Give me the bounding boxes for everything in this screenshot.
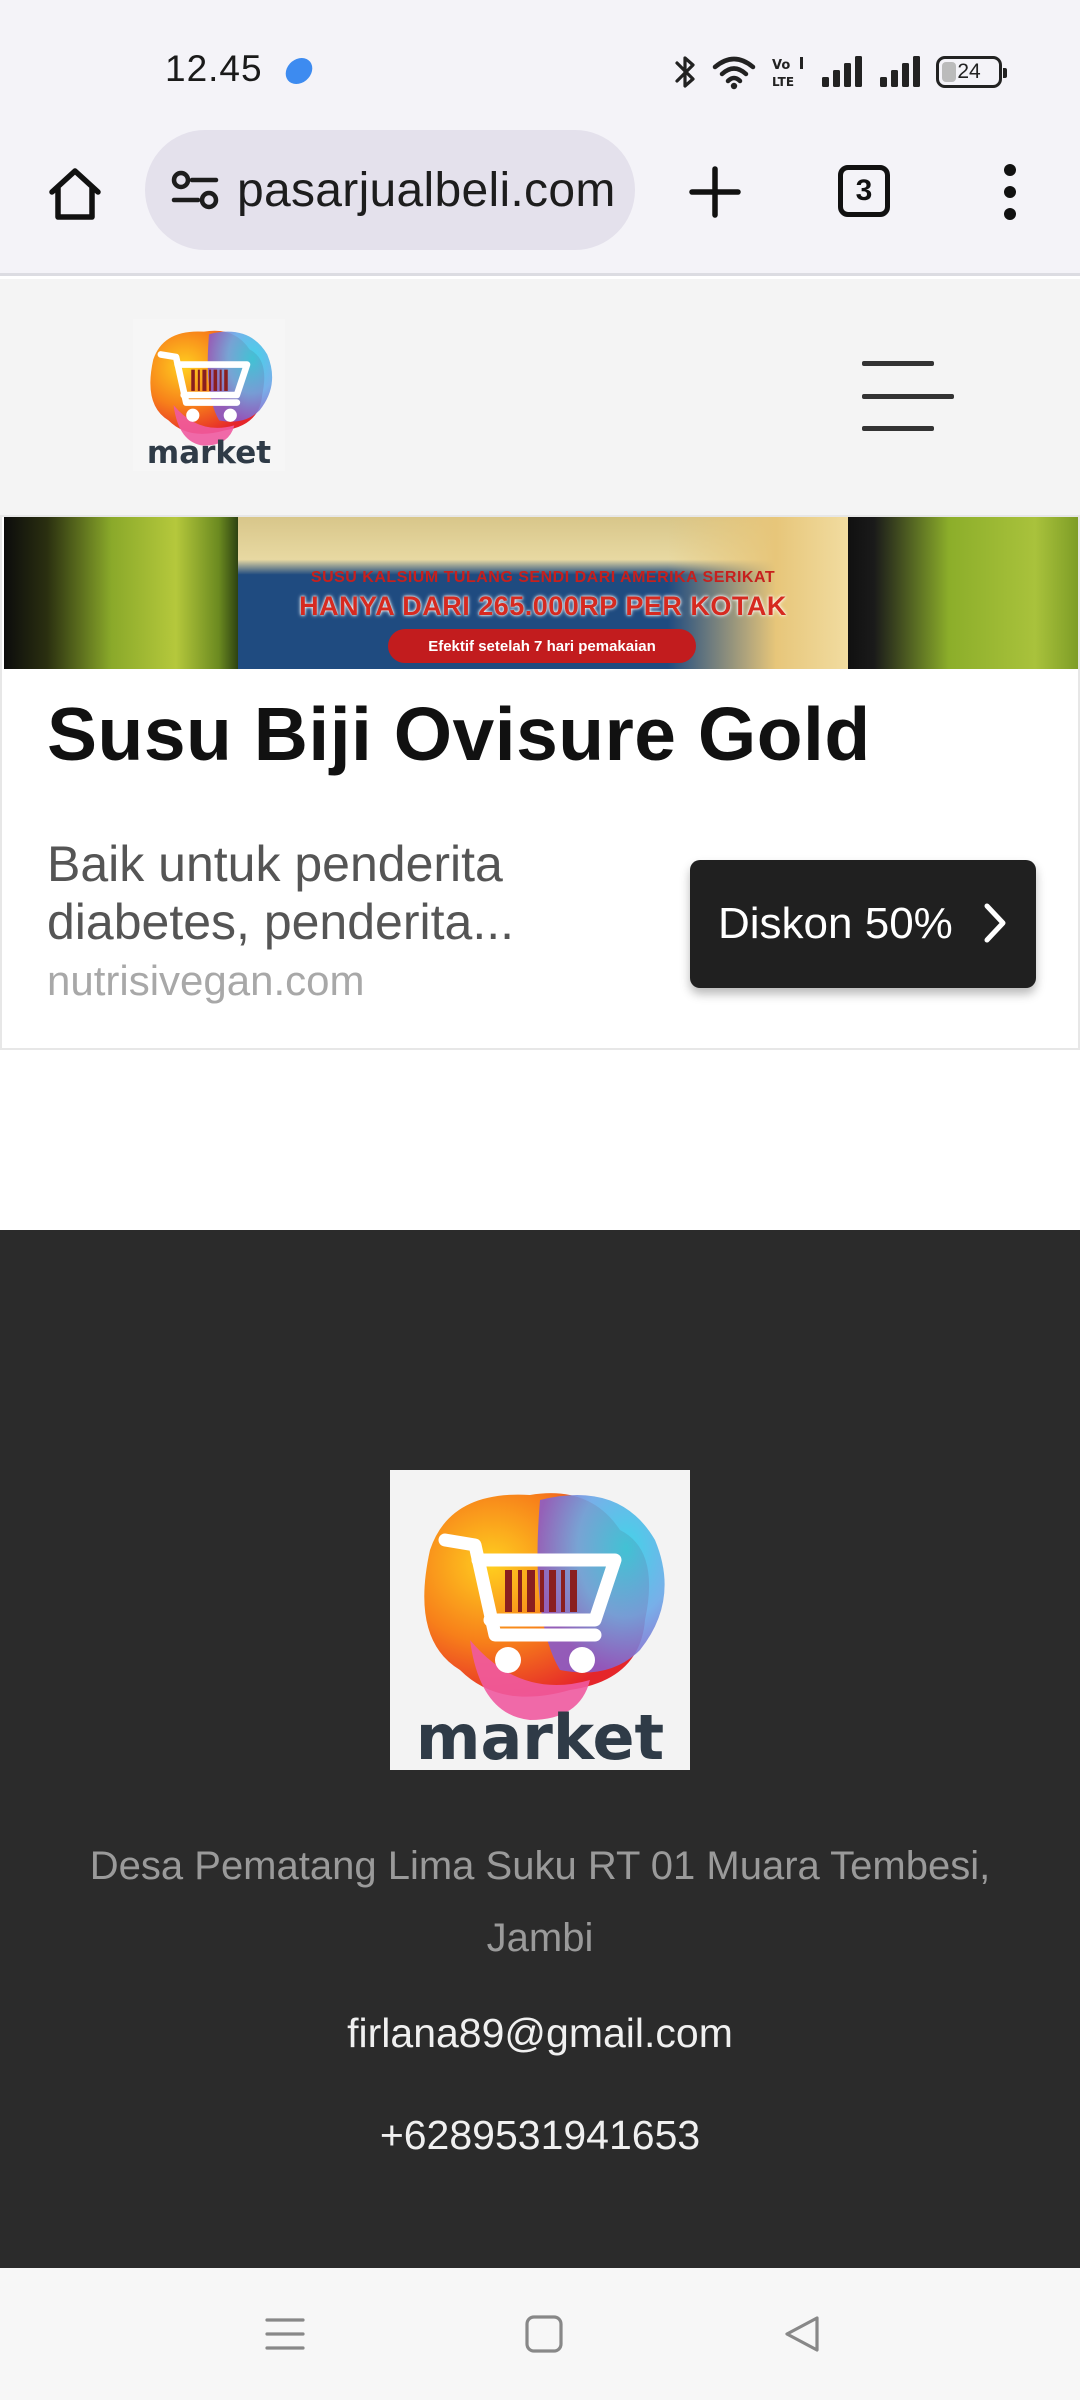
- address-bar[interactable]: pasarjualbeli.com: [145, 130, 635, 250]
- banner-line1: SUSU KALSIUM TULANG SENDI DARI AMERIKA S…: [310, 569, 776, 586]
- new-tab-icon: [689, 166, 741, 218]
- ad-description: Baik untuk penderita diabetes, penderita…: [47, 836, 514, 950]
- site-logo[interactable]: market: [133, 319, 285, 471]
- site-settings-icon: [171, 170, 219, 210]
- hamburger-line: [862, 393, 954, 399]
- home-nav-button[interactable]: [514, 2304, 574, 2364]
- site-settings-button[interactable]: [165, 160, 225, 220]
- menu-dot: [1004, 186, 1016, 198]
- tab-switcher-button[interactable]: 3: [838, 165, 890, 217]
- menu-dot: [1004, 164, 1016, 176]
- status-time: 12.45: [165, 48, 263, 89]
- ad-banner-center: SUSU KALSIUM TULANG SENDI DARI AMERIKA S…: [238, 517, 848, 669]
- wifi-icon: [712, 56, 756, 90]
- site-header: market: [0, 279, 1080, 515]
- menu-dot: [1004, 208, 1016, 220]
- back-button[interactable]: [772, 2304, 832, 2364]
- system-nav-bar: [0, 2268, 1080, 2400]
- logo-label: market: [146, 435, 272, 471]
- ad-cta-label: Diskon 50%: [718, 899, 953, 948]
- battery-level: 24: [957, 60, 981, 83]
- svg-text:Vo: Vo: [772, 58, 790, 73]
- more-menu-button[interactable]: [980, 157, 1040, 227]
- banner-line2: HANYA DARI 265.000RP PER KOTAK: [299, 591, 787, 621]
- ad-title[interactable]: Susu Biji Ovisure Gold: [47, 691, 871, 777]
- url-text[interactable]: pasarjualbeli.com: [237, 163, 616, 218]
- battery-fill: [942, 62, 957, 82]
- volte-icon: Vo LTE: [772, 57, 803, 89]
- ad-cta-button[interactable]: Diskon 50%: [690, 860, 1036, 988]
- footer-address: Desa Pematang Lima Suku RT 01 Muara Temb…: [89, 1844, 991, 1960]
- tab-count: 3: [855, 174, 873, 207]
- home-icon: [49, 168, 101, 220]
- hamburger-line: [862, 361, 934, 366]
- status-icons: Vo LTE 24: [674, 50, 1007, 94]
- footer-phone[interactable]: +6289531941653: [0, 2112, 1080, 2159]
- footer-logo-label: market: [415, 1701, 665, 1770]
- recents-button[interactable]: [255, 2304, 315, 2364]
- home-icon: [525, 2315, 563, 2353]
- battery-icon: 24: [936, 56, 1007, 88]
- site-footer: market Desa Pematang Lima Suku RT 01 Mua…: [0, 1230, 1080, 2268]
- recents-icon: [265, 2318, 305, 2350]
- banner-pill: Efektif setelah 7 hari pemakaian: [388, 629, 696, 663]
- ad-banner-image[interactable]: SUSU KALSIUM TULANG SENDI DARI AMERIKA S…: [4, 517, 1078, 669]
- new-tab-button[interactable]: [680, 157, 750, 227]
- status-bar: 12.45 Vo LTE 24: [0, 0, 1080, 130]
- footer-logo[interactable]: market: [390, 1470, 690, 1770]
- signal-icon: [880, 56, 920, 87]
- ad-domain: nutrisivegan.com: [47, 957, 365, 1004]
- browser-toolbar: pasarjualbeli.com 3: [0, 130, 1080, 276]
- signal-icon: [822, 56, 862, 87]
- bluetooth-icon: [675, 56, 695, 88]
- home-button[interactable]: [40, 158, 110, 228]
- svg-text:LTE: LTE: [772, 75, 794, 89]
- footer-email[interactable]: firlana89@gmail.com: [0, 2010, 1080, 2057]
- chevron-right-icon: [984, 903, 1006, 943]
- hamburger-menu-button[interactable]: [862, 361, 954, 431]
- sponsored-ad[interactable]: SUSU KALSIUM TULANG SENDI DARI AMERIKA S…: [0, 515, 1080, 1050]
- app-notification-icon: [283, 58, 315, 84]
- hamburger-line: [862, 426, 934, 431]
- back-icon: [785, 2316, 819, 2352]
